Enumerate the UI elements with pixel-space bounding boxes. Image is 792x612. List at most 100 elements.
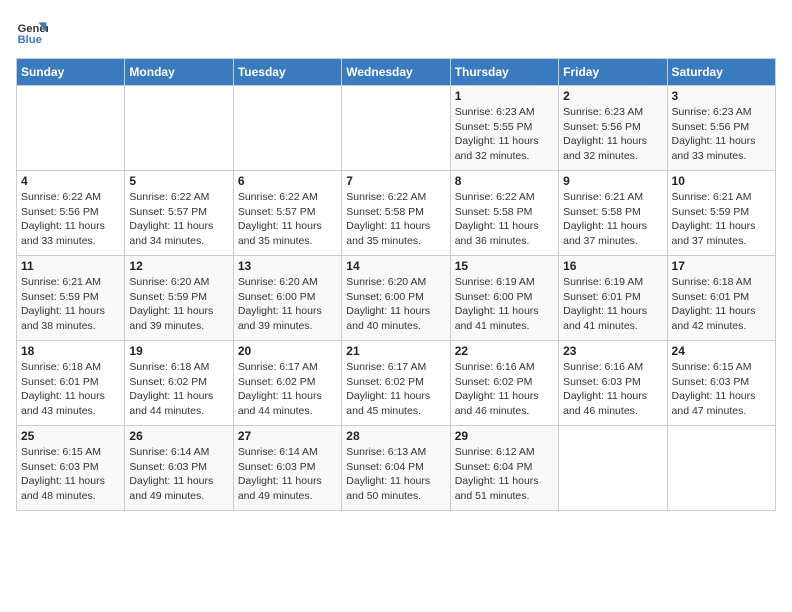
- weekday-header-saturday: Saturday: [667, 59, 775, 86]
- day-info: Sunrise: 6:18 AM Sunset: 6:01 PM Dayligh…: [21, 360, 120, 419]
- calendar-cell: 4 Sunrise: 6:22 AM Sunset: 5:56 PM Daylig…: [17, 171, 125, 256]
- calendar-cell: 5 Sunrise: 6:22 AM Sunset: 5:57 PM Daylig…: [125, 171, 233, 256]
- calendar-cell: 18 Sunrise: 6:18 AM Sunset: 6:01 PM Dayli…: [17, 341, 125, 426]
- day-number: 2: [563, 89, 662, 103]
- weekday-header-tuesday: Tuesday: [233, 59, 341, 86]
- day-number: 16: [563, 259, 662, 273]
- day-info: Sunrise: 6:14 AM Sunset: 6:03 PM Dayligh…: [129, 445, 228, 504]
- day-info: Sunrise: 6:22 AM Sunset: 5:58 PM Dayligh…: [455, 190, 554, 249]
- day-info: Sunrise: 6:22 AM Sunset: 5:57 PM Dayligh…: [129, 190, 228, 249]
- day-number: 22: [455, 344, 554, 358]
- day-number: 24: [672, 344, 771, 358]
- day-number: 3: [672, 89, 771, 103]
- day-info: Sunrise: 6:15 AM Sunset: 6:03 PM Dayligh…: [672, 360, 771, 419]
- day-number: 28: [346, 429, 445, 443]
- day-info: Sunrise: 6:15 AM Sunset: 6:03 PM Dayligh…: [21, 445, 120, 504]
- calendar-cell: 11 Sunrise: 6:21 AM Sunset: 5:59 PM Dayli…: [17, 256, 125, 341]
- day-info: Sunrise: 6:22 AM Sunset: 5:56 PM Dayligh…: [21, 190, 120, 249]
- calendar-cell: 20 Sunrise: 6:17 AM Sunset: 6:02 PM Dayli…: [233, 341, 341, 426]
- calendar-cell: 1 Sunrise: 6:23 AM Sunset: 5:55 PM Daylig…: [450, 86, 558, 171]
- day-number: 29: [455, 429, 554, 443]
- calendar-cell: [667, 426, 775, 511]
- day-info: Sunrise: 6:21 AM Sunset: 5:59 PM Dayligh…: [21, 275, 120, 334]
- calendar-cell: 7 Sunrise: 6:22 AM Sunset: 5:58 PM Daylig…: [342, 171, 450, 256]
- day-info: Sunrise: 6:22 AM Sunset: 5:57 PM Dayligh…: [238, 190, 337, 249]
- day-number: 19: [129, 344, 228, 358]
- logo: General Blue: [16, 16, 52, 48]
- day-info: Sunrise: 6:18 AM Sunset: 6:01 PM Dayligh…: [672, 275, 771, 334]
- calendar-cell: 26 Sunrise: 6:14 AM Sunset: 6:03 PM Dayli…: [125, 426, 233, 511]
- day-info: Sunrise: 6:23 AM Sunset: 5:55 PM Dayligh…: [455, 105, 554, 164]
- calendar-cell: 12 Sunrise: 6:20 AM Sunset: 5:59 PM Dayli…: [125, 256, 233, 341]
- day-info: Sunrise: 6:20 AM Sunset: 6:00 PM Dayligh…: [346, 275, 445, 334]
- calendar-cell: 2 Sunrise: 6:23 AM Sunset: 5:56 PM Daylig…: [559, 86, 667, 171]
- logo-icon: General Blue: [16, 16, 48, 48]
- day-number: 10: [672, 174, 771, 188]
- calendar-week-row: 4 Sunrise: 6:22 AM Sunset: 5:56 PM Daylig…: [17, 171, 776, 256]
- calendar-week-row: 25 Sunrise: 6:15 AM Sunset: 6:03 PM Dayli…: [17, 426, 776, 511]
- day-info: Sunrise: 6:20 AM Sunset: 6:00 PM Dayligh…: [238, 275, 337, 334]
- day-number: 4: [21, 174, 120, 188]
- calendar-week-row: 18 Sunrise: 6:18 AM Sunset: 6:01 PM Dayli…: [17, 341, 776, 426]
- header: General Blue: [16, 16, 776, 48]
- day-number: 20: [238, 344, 337, 358]
- day-info: Sunrise: 6:21 AM Sunset: 5:59 PM Dayligh…: [672, 190, 771, 249]
- weekday-header-sunday: Sunday: [17, 59, 125, 86]
- day-number: 13: [238, 259, 337, 273]
- calendar-cell: 21Sunrise: 6:17 AM Sunset: 6:02 PM Dayli…: [342, 341, 450, 426]
- day-info: Sunrise: 6:21 AM Sunset: 5:58 PM Dayligh…: [563, 190, 662, 249]
- calendar-cell: 17 Sunrise: 6:18 AM Sunset: 6:01 PM Dayli…: [667, 256, 775, 341]
- day-info: Sunrise: 6:20 AM Sunset: 5:59 PM Dayligh…: [129, 275, 228, 334]
- day-info: Sunrise: 6:22 AM Sunset: 5:58 PM Dayligh…: [346, 190, 445, 249]
- day-number: 25: [21, 429, 120, 443]
- day-number: 26: [129, 429, 228, 443]
- day-number: 5: [129, 174, 228, 188]
- day-info: Sunrise: 6:18 AM Sunset: 6:02 PM Dayligh…: [129, 360, 228, 419]
- day-number: 8: [455, 174, 554, 188]
- calendar-cell: 3 Sunrise: 6:23 AM Sunset: 5:56 PM Daylig…: [667, 86, 775, 171]
- day-number: 21: [346, 344, 445, 358]
- day-number: 6: [238, 174, 337, 188]
- calendar-cell: [559, 426, 667, 511]
- day-number: 7: [346, 174, 445, 188]
- calendar-table: SundayMondayTuesdayWednesdayThursdayFrid…: [16, 58, 776, 511]
- calendar-cell: [342, 86, 450, 171]
- calendar-cell: 13 Sunrise: 6:20 AM Sunset: 6:00 PM Dayli…: [233, 256, 341, 341]
- weekday-header-friday: Friday: [559, 59, 667, 86]
- day-info: Sunrise: 6:23 AM Sunset: 5:56 PM Dayligh…: [672, 105, 771, 164]
- calendar-cell: 23Sunrise: 6:16 AM Sunset: 6:03 PM Dayli…: [559, 341, 667, 426]
- calendar-cell: 27 Sunrise: 6:14 AM Sunset: 6:03 PM Dayli…: [233, 426, 341, 511]
- day-number: 11: [21, 259, 120, 273]
- weekday-header-thursday: Thursday: [450, 59, 558, 86]
- day-info: Sunrise: 6:23 AM Sunset: 5:56 PM Dayligh…: [563, 105, 662, 164]
- calendar-cell: 22 Sunrise: 6:16 AM Sunset: 6:02 PM Dayli…: [450, 341, 558, 426]
- day-number: 27: [238, 429, 337, 443]
- day-info: Sunrise: 6:19 AM Sunset: 6:00 PM Dayligh…: [455, 275, 554, 334]
- day-info: Sunrise: 6:12 AM Sunset: 6:04 PM Dayligh…: [455, 445, 554, 504]
- day-number: 9: [563, 174, 662, 188]
- day-info: Sunrise: 6:14 AM Sunset: 6:03 PM Dayligh…: [238, 445, 337, 504]
- calendar-cell: 6 Sunrise: 6:22 AM Sunset: 5:57 PM Daylig…: [233, 171, 341, 256]
- calendar-cell: [17, 86, 125, 171]
- day-info: Sunrise: 6:17 AM Sunset: 6:02 PM Dayligh…: [238, 360, 337, 419]
- calendar-cell: 9 Sunrise: 6:21 AM Sunset: 5:58 PM Daylig…: [559, 171, 667, 256]
- svg-text:Blue: Blue: [18, 34, 42, 46]
- weekday-header-row: SundayMondayTuesdayWednesdayThursdayFrid…: [17, 59, 776, 86]
- calendar-cell: 28 Sunrise: 6:13 AM Sunset: 6:04 PM Dayli…: [342, 426, 450, 511]
- weekday-header-monday: Monday: [125, 59, 233, 86]
- day-info: Sunrise: 6:16 AM Sunset: 6:02 PM Dayligh…: [455, 360, 554, 419]
- calendar-cell: [233, 86, 341, 171]
- day-number: 12: [129, 259, 228, 273]
- calendar-cell: 10 Sunrise: 6:21 AM Sunset: 5:59 PM Dayli…: [667, 171, 775, 256]
- calendar-cell: 16 Sunrise: 6:19 AM Sunset: 6:01 PM Dayli…: [559, 256, 667, 341]
- day-number: 1: [455, 89, 554, 103]
- day-info: Sunrise: 6:19 AM Sunset: 6:01 PM Dayligh…: [563, 275, 662, 334]
- day-number: 14: [346, 259, 445, 273]
- calendar-week-row: 1 Sunrise: 6:23 AM Sunset: 5:55 PM Daylig…: [17, 86, 776, 171]
- day-number: 18: [21, 344, 120, 358]
- day-info: Sunrise: 6:16 AM Sunset: 6:03 PM Dayligh…: [563, 360, 662, 419]
- day-info: Sunrise: 6:13 AM Sunset: 6:04 PM Dayligh…: [346, 445, 445, 504]
- calendar-cell: 25 Sunrise: 6:15 AM Sunset: 6:03 PM Dayli…: [17, 426, 125, 511]
- calendar-cell: [125, 86, 233, 171]
- day-number: 17: [672, 259, 771, 273]
